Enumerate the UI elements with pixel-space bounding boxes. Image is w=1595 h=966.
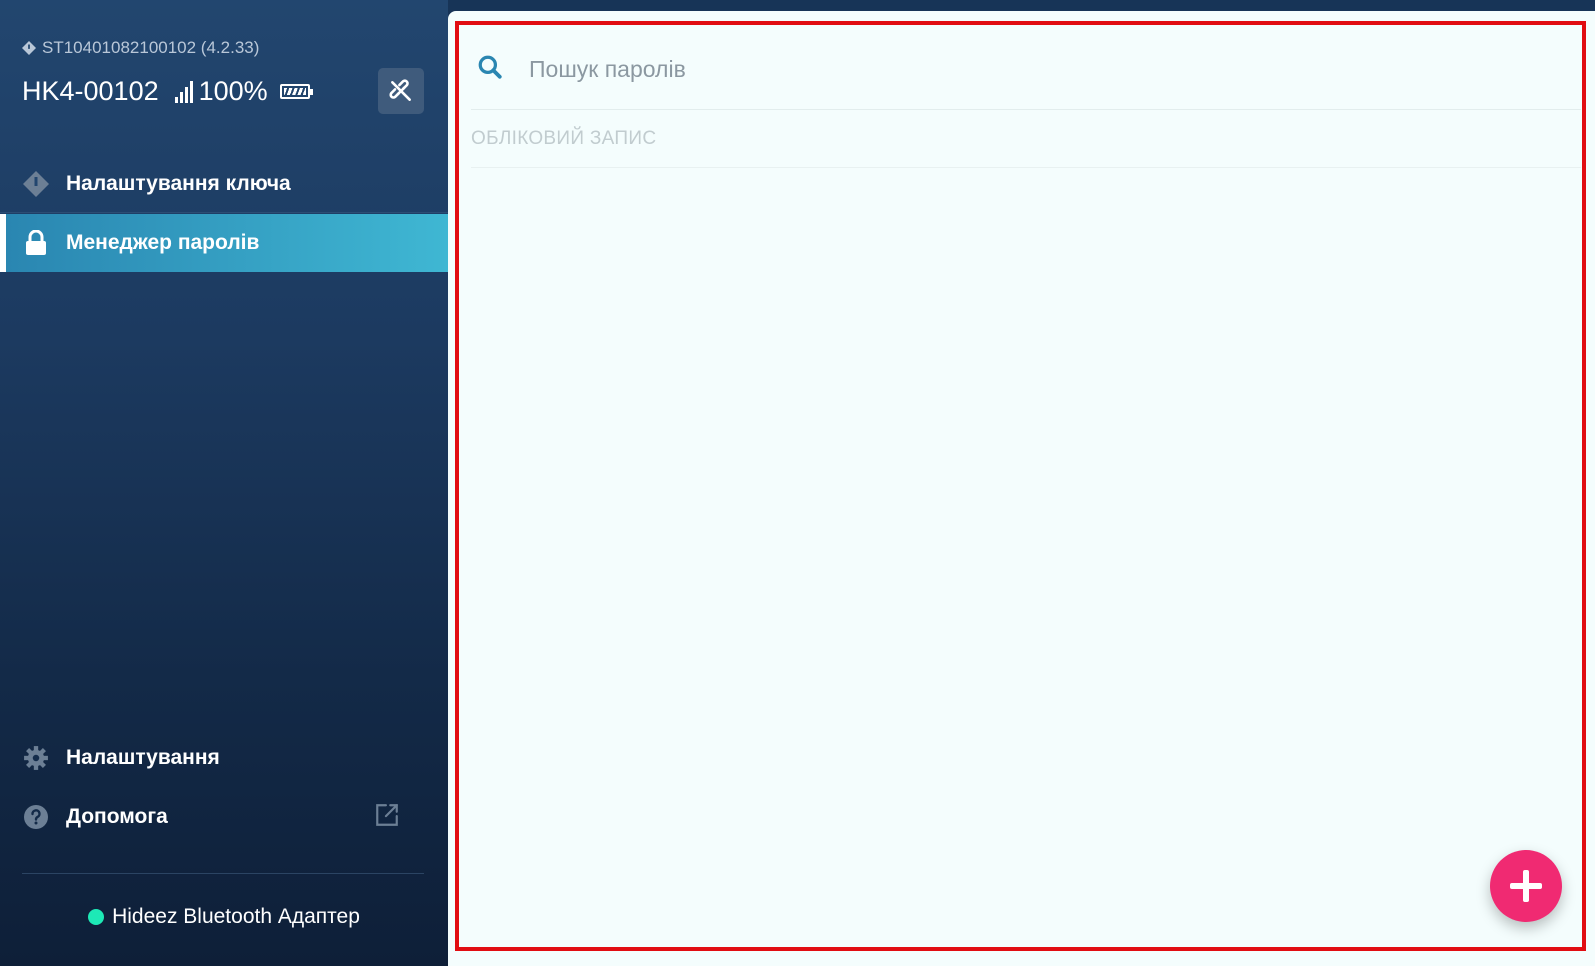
lock-icon: [22, 229, 50, 257]
nav-label: Менеджер паролів: [66, 231, 260, 254]
device-serial: ST10401082100102 (4.2.33): [22, 38, 259, 58]
plus-icon: [1510, 870, 1542, 902]
device-name: HK4-00102: [22, 76, 159, 106]
diamond-icon: [22, 41, 36, 55]
column-header-account[interactable]: ОБЛІКОВИЙ ЗАПИС: [471, 110, 1581, 168]
question-icon: [22, 803, 50, 831]
nav-item-key-settings[interactable]: Налаштування ключа: [0, 155, 448, 213]
nav-label: Налаштування: [66, 746, 220, 769]
nav-item-help[interactable]: Допомога: [0, 788, 448, 846]
battery-percent: 100%: [198, 76, 268, 106]
nav-item-settings[interactable]: Налаштування: [0, 729, 448, 787]
serial-text: ST10401082100102 (4.2.33): [42, 38, 260, 57]
search-bar: [471, 30, 1581, 110]
nav-label: Допомога: [66, 805, 168, 828]
disconnect-button[interactable]: [378, 68, 424, 114]
signal-icon: [174, 80, 193, 103]
bluetooth-adapter-status: Hideez Bluetooth Адаптер: [0, 905, 448, 929]
unlink-icon: [389, 79, 411, 101]
external-link-icon[interactable]: [374, 802, 400, 834]
search-icon: [477, 54, 507, 85]
gear-icon: [22, 744, 50, 772]
diamond-info-icon: [22, 170, 50, 198]
sidebar-divider: [22, 873, 424, 874]
search-input[interactable]: [529, 56, 1429, 83]
battery-icon: [279, 84, 313, 99]
nav-item-password-manager[interactable]: Менеджер паролів: [0, 214, 448, 272]
add-password-button[interactable]: [1490, 850, 1562, 922]
sidebar: ST10401082100102 (4.2.33) HK4-00102 100%…: [0, 0, 448, 966]
device-status: HK4-00102 100%: [22, 76, 313, 107]
adapter-label: Hideez Bluetooth Адаптер: [112, 905, 360, 928]
nav-label: Налаштування ключа: [66, 171, 291, 195]
status-dot: [88, 909, 105, 925]
